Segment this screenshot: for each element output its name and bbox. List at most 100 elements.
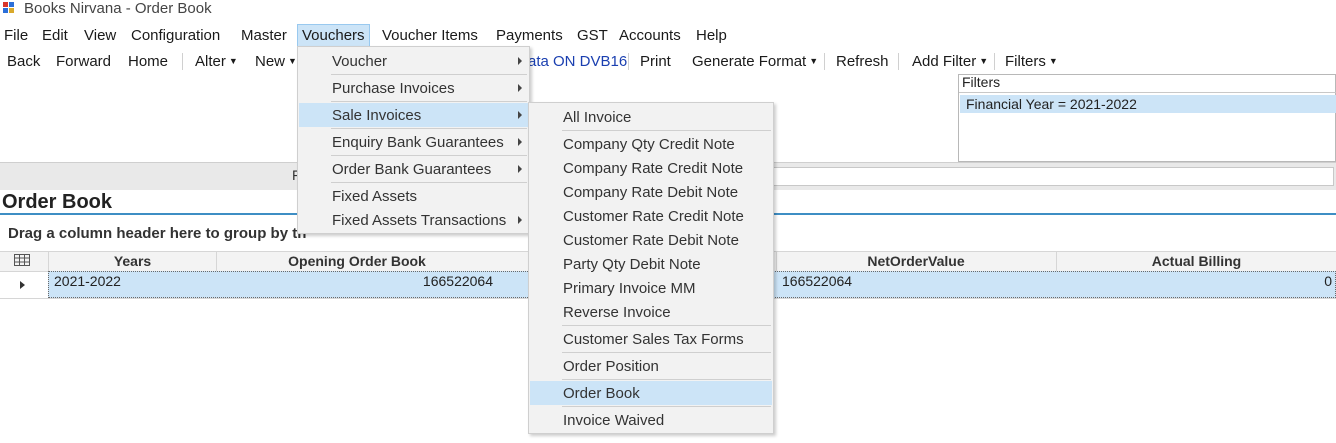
forward-button[interactable]: Forward bbox=[56, 52, 111, 72]
group-panel-hint: Drag a column header here to group by th bbox=[8, 225, 307, 242]
filters-dropdown[interactable]: Filters ▼ bbox=[1005, 52, 1058, 72]
submenu-item-company-rate-debit-note[interactable]: Company Rate Debit Note bbox=[530, 180, 772, 204]
menu-separator bbox=[331, 128, 527, 129]
toolbar-separator bbox=[182, 53, 183, 70]
menu-separator bbox=[562, 325, 771, 326]
new-dropdown[interactable]: New ▼ bbox=[255, 52, 297, 72]
menu-payments[interactable]: Payments bbox=[492, 25, 567, 47]
submenu-item-label: Company Rate Debit Note bbox=[563, 184, 739, 201]
caret-down-icon: ▼ bbox=[979, 56, 989, 66]
submenu-item-label: Invoice Waived bbox=[563, 412, 665, 429]
submenu-arrow-icon bbox=[518, 138, 522, 146]
menu-item-label: Voucher bbox=[332, 53, 388, 70]
menu-item-fixed-assets[interactable]: Fixed Assets bbox=[299, 184, 528, 208]
filters-panel-title: Filters bbox=[962, 74, 1001, 90]
submenu-item-label: All Invoice bbox=[563, 109, 632, 126]
cell-net-order-value: 166522064 bbox=[782, 273, 853, 289]
caret-down-icon: ▼ bbox=[228, 56, 238, 66]
submenu-arrow-icon bbox=[518, 57, 522, 65]
submenu-item-label: Party Qty Debit Note bbox=[563, 256, 701, 273]
submenu-item-label: Company Qty Credit Note bbox=[563, 136, 735, 153]
menu-vouchers[interactable]: Vouchers bbox=[297, 24, 370, 48]
filter-item-label: Financial Year = 2021-2022 bbox=[966, 96, 1137, 112]
menu-separator bbox=[331, 155, 527, 156]
sale-invoices-submenu: All Invoice Company Qty Credit Note Comp… bbox=[528, 102, 774, 434]
column-header-years[interactable]: Years bbox=[49, 252, 216, 270]
submenu-item-party-qty-debit-note[interactable]: Party Qty Debit Note bbox=[530, 252, 772, 276]
add-filter-label: Add Filter bbox=[912, 53, 977, 70]
submenu-item-all-invoice[interactable]: All Invoice bbox=[530, 105, 772, 129]
menu-view[interactable]: View bbox=[80, 25, 120, 47]
page-title: Order Book bbox=[2, 191, 113, 213]
menu-file[interactable]: File bbox=[0, 25, 32, 47]
cell-opening-order-book: 166522064 bbox=[422, 273, 493, 289]
caret-down-icon: ▼ bbox=[1048, 56, 1058, 66]
column-header-net-order-value[interactable]: NetOrderValue bbox=[777, 252, 1055, 270]
submenu-item-invoice-waived[interactable]: Invoice Waived bbox=[530, 408, 772, 432]
back-button[interactable]: Back bbox=[7, 52, 40, 72]
submenu-item-order-position[interactable]: Order Position bbox=[530, 354, 772, 378]
toolbar-separator bbox=[824, 53, 825, 70]
cell-actual-billing: 0 bbox=[1324, 273, 1332, 289]
menu-accounts[interactable]: Accounts bbox=[615, 25, 685, 47]
submenu-item-label: Customer Rate Debit Note bbox=[563, 232, 739, 249]
submenu-item-company-qty-credit-note[interactable]: Company Qty Credit Note bbox=[530, 132, 772, 156]
submenu-item-label: Customer Sales Tax Forms bbox=[563, 331, 744, 348]
submenu-item-label: Primary Invoice MM bbox=[563, 280, 696, 297]
menu-item-label: Fixed Assets bbox=[332, 188, 418, 205]
menu-item-label: Sale Invoices bbox=[332, 107, 422, 124]
menu-gst[interactable]: GST bbox=[573, 25, 612, 47]
menu-separator bbox=[562, 379, 771, 380]
column-chooser-icon[interactable] bbox=[14, 254, 30, 266]
submenu-item-company-rate-credit-note[interactable]: Company Rate Credit Note bbox=[530, 156, 772, 180]
menu-item-purchase-invoices[interactable]: Purchase Invoices bbox=[299, 76, 528, 100]
column-header-actual-billing[interactable]: Actual Billing bbox=[1057, 252, 1336, 270]
submenu-item-label: Company Rate Credit Note bbox=[563, 160, 744, 177]
submenu-item-reverse-invoice[interactable]: Reverse Invoice bbox=[530, 300, 772, 324]
menu-separator bbox=[331, 182, 527, 183]
menu-item-voucher[interactable]: Voucher bbox=[299, 49, 528, 73]
column-header-opening-order-book[interactable]: Opening Order Book bbox=[217, 252, 497, 270]
print-button[interactable]: Print bbox=[640, 52, 671, 72]
submenu-arrow-icon bbox=[518, 165, 522, 173]
menu-help[interactable]: Help bbox=[692, 25, 731, 47]
filters-divider bbox=[959, 92, 1336, 93]
menu-item-fixed-assets-transactions[interactable]: Fixed Assets Transactions bbox=[299, 208, 528, 232]
alter-dropdown[interactable]: Alter ▼ bbox=[195, 52, 238, 72]
toolbar-separator bbox=[628, 53, 629, 70]
menu-item-order-bank-guarantees[interactable]: Order Bank Guarantees bbox=[299, 157, 528, 181]
submenu-item-customer-rate-credit-note[interactable]: Customer Rate Credit Note bbox=[530, 204, 772, 228]
menu-item-label: Enquiry Bank Guarantees bbox=[332, 134, 504, 151]
refresh-button[interactable]: Refresh bbox=[836, 52, 889, 72]
generate-format-dropdown[interactable]: Generate Format ▼ bbox=[692, 52, 818, 72]
home-button[interactable]: Home bbox=[128, 52, 168, 72]
menu-master[interactable]: Master bbox=[237, 25, 291, 47]
submenu-arrow-icon bbox=[518, 216, 522, 224]
submenu-arrow-icon bbox=[518, 84, 522, 92]
submenu-item-order-book[interactable]: Order Book bbox=[530, 381, 772, 405]
toolbar-link[interactable]: ata ON DVB16 bbox=[528, 52, 627, 72]
row-indicator-icon bbox=[20, 281, 25, 289]
app-icon bbox=[3, 2, 14, 13]
submenu-item-primary-invoice-mm[interactable]: Primary Invoice MM bbox=[530, 276, 772, 300]
alter-label: Alter bbox=[195, 53, 226, 70]
window-title: Books Nirvana - Order Book bbox=[24, 0, 212, 17]
menu-item-sale-invoices[interactable]: Sale Invoices bbox=[299, 103, 528, 127]
toolbar-separator bbox=[898, 53, 899, 70]
menu-separator bbox=[562, 130, 771, 131]
menu-item-enquiry-bank-guarantees[interactable]: Enquiry Bank Guarantees bbox=[299, 130, 528, 154]
submenu-item-label: Reverse Invoice bbox=[563, 304, 671, 321]
menu-item-label: Fixed Assets Transactions bbox=[332, 212, 507, 229]
submenu-item-customer-rate-debit-note[interactable]: Customer Rate Debit Note bbox=[530, 228, 772, 252]
menu-item-label: Order Bank Guarantees bbox=[332, 161, 492, 178]
new-label: New bbox=[255, 53, 286, 70]
add-filter-dropdown[interactable]: Add Filter ▼ bbox=[912, 52, 988, 72]
menu-separator bbox=[562, 406, 771, 407]
caret-down-icon: ▼ bbox=[288, 56, 297, 66]
menu-voucher-items[interactable]: Voucher Items bbox=[378, 25, 482, 47]
menu-item-label: Purchase Invoices bbox=[332, 80, 455, 97]
menu-edit[interactable]: Edit bbox=[38, 25, 72, 47]
submenu-item-customer-sales-tax-forms[interactable]: Customer Sales Tax Forms bbox=[530, 327, 772, 351]
menu-configuration[interactable]: Configuration bbox=[127, 25, 224, 47]
menu-separator bbox=[331, 101, 527, 102]
